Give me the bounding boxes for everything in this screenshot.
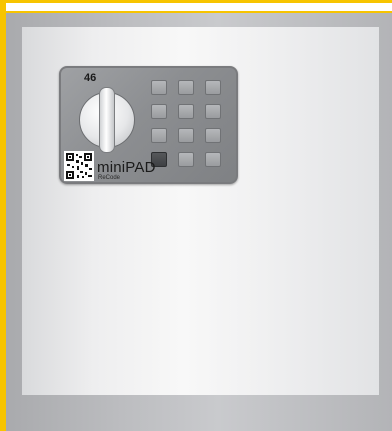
keypad-key-9[interactable] — [205, 128, 221, 143]
keypad-key-0[interactable] — [178, 152, 194, 167]
lock-code: 46 — [84, 72, 97, 84]
keypad-key-3[interactable] — [205, 80, 221, 95]
brand-subtitle: ReCode — [98, 175, 121, 181]
brand-logo: miniPAD — [97, 159, 156, 176]
keypad-key-2[interactable] — [178, 80, 194, 95]
accent-stripe-top — [0, 0, 392, 3]
accent-line-top — [6, 11, 392, 13]
keypad-key-8[interactable] — [178, 128, 194, 143]
rotary-knob-icon[interactable] — [79, 87, 135, 153]
keypad-key-1[interactable] — [151, 80, 167, 95]
minipad-lock: 46 miniPAD ReCode — [59, 66, 238, 184]
keypad — [151, 80, 227, 172]
keypad-key-6[interactable] — [205, 104, 221, 119]
keypad-key-enter[interactable] — [205, 152, 221, 167]
keypad-key-4[interactable] — [151, 104, 167, 119]
keypad-key-5[interactable] — [178, 104, 194, 119]
knob-handle[interactable] — [99, 87, 115, 153]
qr-code-icon — [64, 151, 94, 181]
keypad-key-7[interactable] — [151, 128, 167, 143]
